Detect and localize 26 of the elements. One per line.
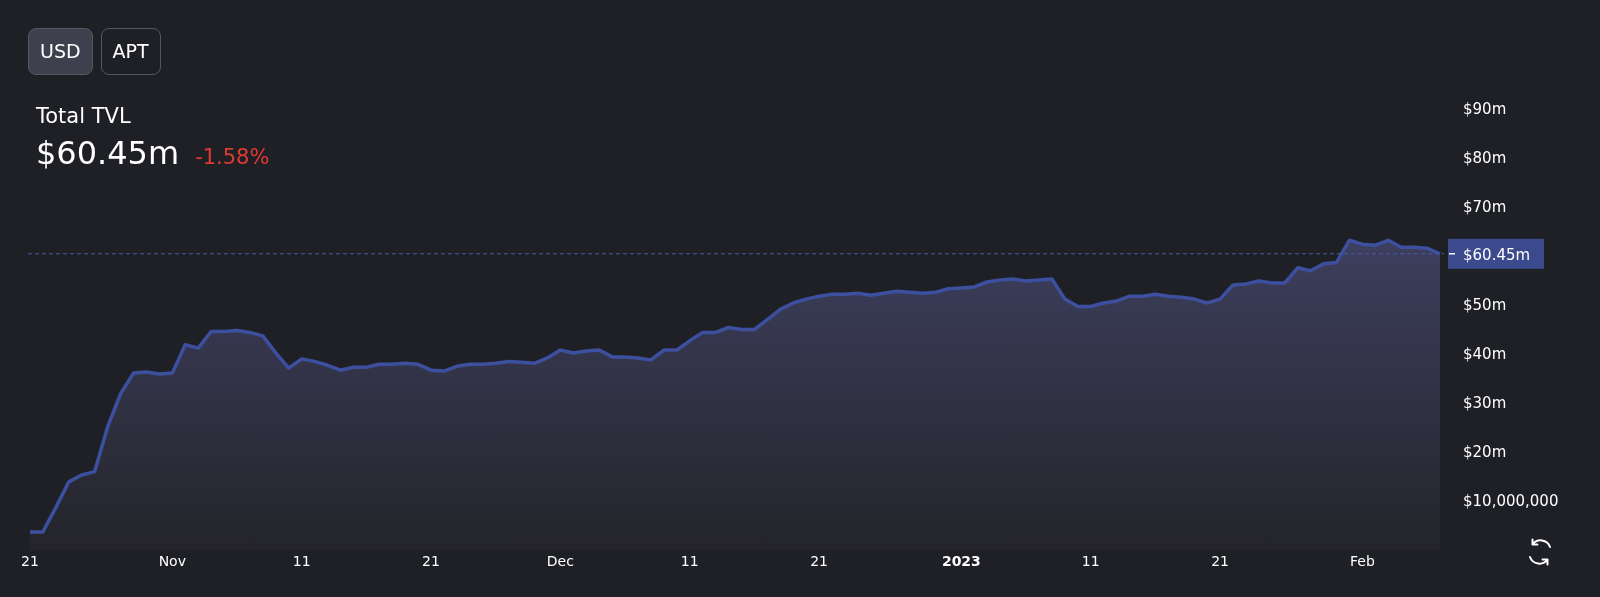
- x-axis-label: Feb: [1350, 553, 1375, 569]
- current-value-label: $60.45m: [1448, 238, 1544, 269]
- y-axis-label: $10,000,000: [1463, 492, 1559, 510]
- tvl-change: -1.58%: [195, 144, 270, 171]
- x-axis-label: 11: [1081, 553, 1100, 569]
- x-axis-label: 21: [1211, 553, 1229, 569]
- y-axis-label: $30m: [1463, 394, 1507, 412]
- y-axis-label: $70m: [1463, 198, 1507, 216]
- refresh-icon[interactable]: [1529, 538, 1551, 566]
- tvl-value: $60.45m: [36, 136, 180, 172]
- x-axis-label: 11: [680, 553, 699, 569]
- currency-toggle-button[interactable]: USD: [28, 28, 93, 75]
- x-axis-label: 11: [292, 553, 311, 569]
- currency-toggle-button[interactable]: APT: [100, 28, 161, 75]
- y-axis-label: $90m: [1463, 100, 1507, 118]
- y-axis-label: $80m: [1463, 149, 1507, 167]
- x-axis-label: 21: [21, 553, 39, 569]
- y-axis-label: $40m: [1463, 345, 1507, 363]
- x-axis-label: 2023: [941, 553, 981, 569]
- y-axis-label: $50m: [1463, 296, 1507, 314]
- y-axis-label: $20m: [1463, 443, 1507, 461]
- total-tvl-label: Total TVL: [36, 102, 131, 130]
- x-axis-label: 21: [422, 553, 440, 569]
- x-axis-label: Nov: [158, 553, 186, 569]
- x-axis-label: 21: [810, 553, 828, 569]
- x-axis-label: Dec: [546, 553, 574, 569]
